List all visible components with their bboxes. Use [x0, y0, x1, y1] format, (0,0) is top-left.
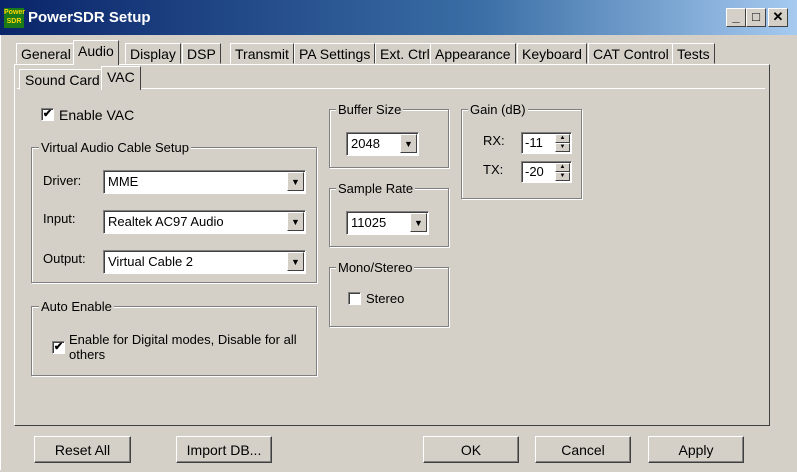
driver-value: MME [108, 174, 139, 189]
tab-tests[interactable]: Tests [672, 43, 715, 64]
auto-enable-label: Enable for Digital modes, Disable for al… [69, 332, 297, 362]
tx-label: TX: [483, 162, 504, 177]
output-label: Output: [43, 251, 86, 266]
minimize-button[interactable]: _ [726, 8, 746, 27]
stereo-checkbox[interactable] [348, 292, 361, 305]
tx-gain-spinner[interactable]: -20 ▲ ▼ [521, 161, 572, 183]
subtab-sound-card[interactable]: Sound Card [19, 69, 106, 90]
spin-down-icon[interactable]: ▼ [555, 172, 570, 181]
sample-rate-title: Sample Rate [336, 181, 416, 196]
tab-general[interactable]: General [16, 43, 76, 64]
import-db-button[interactable]: Import DB... [176, 436, 272, 463]
sample-rate-select[interactable]: 11025 ▼ [346, 211, 429, 235]
powersdr-logo-icon: Power SDR [4, 8, 25, 28]
rx-gain-value: -11 [525, 135, 543, 150]
chevron-down-icon[interactable]: ▼ [400, 134, 417, 153]
input-select[interactable]: Realtek AC97 Audio ▼ [103, 210, 306, 234]
enable-vac-label: Enable VAC [59, 107, 135, 123]
input-value: Realtek AC97 Audio [108, 214, 224, 229]
stereo-label: Stereo [366, 291, 405, 306]
output-value: Virtual Cable 2 [108, 254, 194, 269]
vac-setup-title: Virtual Audio Cable Setup [39, 140, 191, 155]
tab-dsp[interactable]: DSP [182, 43, 221, 64]
buffer-size-value: 2048 [351, 136, 380, 151]
tab-transmit[interactable]: Transmit [230, 43, 294, 64]
chevron-down-icon[interactable]: ▼ [287, 172, 304, 191]
buffer-size-title: Buffer Size [336, 102, 404, 117]
spin-up-icon[interactable]: ▲ [555, 163, 570, 172]
auto-enable-checkbox[interactable]: ✔ [52, 341, 65, 354]
ok-button[interactable]: OK [423, 436, 519, 463]
subtab-vac[interactable]: VAC [101, 66, 141, 90]
chevron-down-icon[interactable]: ▼ [410, 213, 427, 232]
gain-title: Gain (dB) [468, 102, 528, 117]
chevron-down-icon[interactable]: ▼ [287, 212, 304, 231]
spin-up-icon[interactable]: ▲ [555, 134, 570, 143]
chevron-down-icon[interactable]: ▼ [287, 252, 304, 271]
rx-gain-spinner[interactable]: -11 ▲ ▼ [521, 132, 572, 154]
tab-keyboard[interactable]: Keyboard [517, 43, 587, 64]
driver-select[interactable]: MME ▼ [103, 170, 306, 194]
tab-pa-settings[interactable]: PA Settings [294, 43, 376, 64]
output-select[interactable]: Virtual Cable 2 ▼ [103, 250, 306, 274]
reset-all-button[interactable]: Reset All [34, 436, 131, 463]
enable-vac-checkbox[interactable]: ✔ [41, 108, 54, 121]
spin-down-icon[interactable]: ▼ [555, 143, 570, 152]
tx-gain-value: -20 [525, 164, 544, 179]
sample-rate-value: 11025 [351, 215, 387, 230]
tab-appearance[interactable]: Appearance [430, 43, 516, 64]
tab-display[interactable]: Display [125, 43, 181, 64]
driver-label: Driver: [43, 173, 82, 188]
rx-label: RX: [483, 133, 505, 148]
tab-cat-control[interactable]: CAT Control [588, 43, 674, 64]
close-button[interactable]: ✕ [768, 8, 788, 27]
maximize-button[interactable]: □ [746, 8, 766, 27]
gain-group [461, 109, 582, 199]
tab-ext-ctrl[interactable]: Ext. Ctrl [375, 43, 435, 64]
tab-audio[interactable]: Audio [73, 40, 119, 65]
auto-enable-title: Auto Enable [39, 299, 114, 314]
mono-stereo-title: Mono/Stereo [336, 260, 415, 275]
cancel-button[interactable]: Cancel [535, 436, 631, 463]
window-title: PowerSDR Setup [28, 9, 151, 26]
input-label: Input: [43, 211, 76, 226]
buffer-size-select[interactable]: 2048 ▼ [346, 132, 419, 156]
apply-button[interactable]: Apply [648, 436, 744, 463]
